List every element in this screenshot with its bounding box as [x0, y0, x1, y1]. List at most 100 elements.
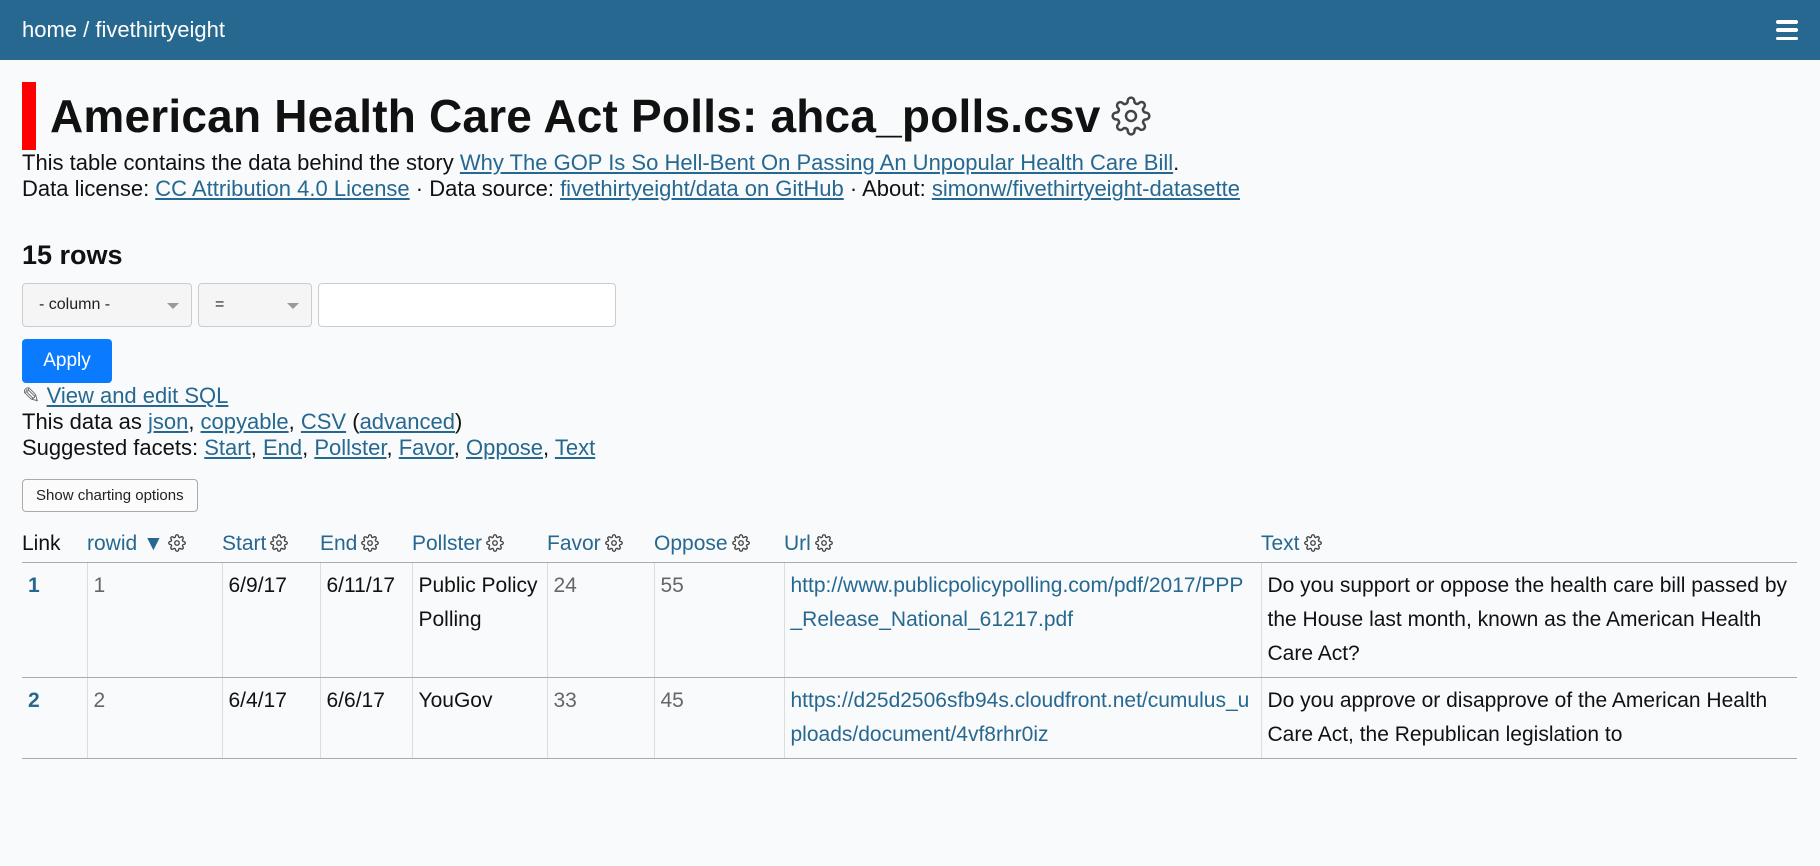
gear-icon[interactable]: [1303, 534, 1322, 552]
about-label: · About:: [843, 176, 932, 201]
cell-start: 6/4/17: [222, 677, 321, 759]
column-header-oppose[interactable]: Oppose: [654, 528, 784, 563]
gear-icon[interactable]: [814, 534, 833, 552]
facet-link-text[interactable]: Text: [555, 435, 595, 460]
table-description: This table contains the data behind the …: [22, 150, 1798, 176]
column-header-label[interactable]: Oppose: [654, 532, 728, 555]
cell-start: 6/9/17: [222, 562, 321, 678]
column-header-label[interactable]: End: [320, 532, 357, 555]
view-sql-line: ✎ View and edit SQL: [22, 383, 1798, 409]
operator-select[interactable]: =: [198, 283, 312, 327]
cell-pollster: YouGov: [412, 677, 548, 759]
column-header-label[interactable]: rowid ▼: [87, 532, 164, 555]
cell-favor: 24: [547, 562, 655, 678]
column-header-start[interactable]: Start: [222, 528, 320, 563]
rows-count: 15 rows: [22, 240, 123, 270]
license-label: Data license:: [22, 176, 156, 201]
gear-icon[interactable]: [1111, 96, 1151, 136]
cell-url[interactable]: http://www.publicpolicypolling.com/pdf/2…: [784, 562, 1262, 678]
facet-link-pollster[interactable]: Pollster: [314, 435, 386, 460]
json-link[interactable]: json: [148, 409, 188, 434]
cell-url[interactable]: https://d25d2506sfb94s.cloudfront.net/cu…: [784, 677, 1262, 759]
cell-rowid: 1: [87, 562, 223, 678]
show-charting-options-button[interactable]: Show charting options: [22, 479, 198, 512]
facets-label: Suggested facets:: [22, 435, 205, 460]
cell-link[interactable]: 2: [22, 677, 88, 759]
license-line: Data license: CC Attribution 4.0 License…: [22, 176, 1798, 202]
gear-icon[interactable]: [486, 534, 504, 552]
cell-pollster: Public Policy Polling: [412, 562, 548, 678]
gear-icon[interactable]: [270, 534, 289, 552]
column-header-link: Link: [22, 528, 87, 563]
column-header-end[interactable]: End: [320, 528, 412, 563]
column-header-label[interactable]: Start: [222, 532, 266, 555]
column-select-label: - column -: [39, 296, 111, 313]
suggested-facets: Suggested facets: Start, End, Pollster, …: [22, 435, 596, 460]
chevron-down-icon: [167, 303, 179, 309]
cell-favor: 33: [547, 677, 655, 759]
main-content: American Health Care Act Polls: ahca_pol…: [0, 82, 1820, 759]
pencil-icon: ✎: [22, 383, 41, 408]
column-header-label: Link: [22, 532, 61, 555]
cell-oppose: 55: [654, 562, 785, 678]
filter-row: - column - =: [22, 283, 1798, 327]
row-link[interactable]: 2: [28, 689, 40, 712]
column-header-pollster[interactable]: Pollster: [412, 528, 547, 563]
advanced-link[interactable]: advanced: [360, 409, 455, 434]
column-header-label[interactable]: Favor: [547, 532, 601, 555]
chevron-down-icon: [287, 303, 299, 309]
column-header-label[interactable]: Pollster: [412, 532, 482, 555]
license-link[interactable]: CC Attribution 4.0 License: [155, 176, 409, 201]
cell-link[interactable]: 1: [22, 562, 88, 678]
about-link[interactable]: simonw/fivethirtyeight-datasette: [932, 176, 1240, 201]
title-accent-bar: [22, 82, 36, 150]
table-row: 2 2 6/4/17 6/6/17 YouGov 33 45 https://d…: [22, 677, 1797, 759]
facet-link-favor[interactable]: Favor: [399, 435, 454, 460]
page-header: American Health Care Act Polls: ahca_pol…: [22, 82, 1798, 150]
table-header-row: Link rowid ▼ Start End Pollster Favor Op…: [22, 528, 1797, 563]
row-link[interactable]: 1: [28, 574, 40, 597]
column-header-text[interactable]: Text: [1261, 528, 1797, 563]
operator-select-label: =: [215, 296, 225, 313]
story-link[interactable]: Why The GOP Is So Hell-Bent On Passing A…: [460, 150, 1173, 175]
facet-link-oppose[interactable]: Oppose: [466, 435, 543, 460]
description-suffix: .: [1173, 150, 1180, 175]
column-header-url[interactable]: Url: [784, 528, 1261, 563]
description-text: This table contains the data behind the …: [22, 150, 460, 175]
apply-button[interactable]: Apply: [22, 339, 112, 383]
cell-text: Do you approve or disapprove of the Amer…: [1261, 677, 1797, 759]
view-edit-sql-link[interactable]: View and edit SQL: [47, 383, 229, 408]
url-link[interactable]: https://d25d2506sfb94s.cloudfront.net/cu…: [791, 689, 1250, 746]
cell-text: Do you support or oppose the health care…: [1261, 562, 1797, 678]
cell-end: 6/6/17: [320, 677, 413, 759]
export-label: This data as: [22, 409, 148, 434]
hamburger-menu-icon[interactable]: [1776, 20, 1798, 40]
gear-icon[interactable]: [731, 534, 750, 552]
facet-link-end[interactable]: End: [263, 435, 302, 460]
top-navigation-bar: home / fivethirtyeight: [0, 0, 1820, 60]
breadcrumb-link[interactable]: home / fivethirtyeight: [22, 17, 225, 42]
column-header-label[interactable]: Text: [1261, 532, 1300, 555]
cell-oppose: 45: [654, 677, 785, 759]
csv-link[interactable]: CSV: [301, 409, 346, 434]
breadcrumb[interactable]: home / fivethirtyeight: [22, 17, 225, 43]
column-select[interactable]: - column -: [22, 283, 192, 327]
source-label: · Data source:: [409, 176, 561, 201]
cell-rowid: 2: [87, 677, 223, 759]
page-title: American Health Care Act Polls: ahca_pol…: [50, 90, 1101, 142]
column-header-rowid[interactable]: rowid ▼: [87, 528, 222, 563]
column-header-label[interactable]: Url: [784, 532, 811, 555]
url-link[interactable]: http://www.publicpolicypolling.com/pdf/2…: [791, 574, 1244, 631]
data-table: Link rowid ▼ Start End Pollster Favor Op…: [22, 528, 1797, 759]
gear-icon[interactable]: [604, 534, 623, 552]
gear-icon[interactable]: [361, 534, 380, 552]
source-link[interactable]: fivethirtyeight/data on GitHub: [560, 176, 844, 201]
table-row: 1 1 6/9/17 6/11/17 Public Policy Polling…: [22, 562, 1797, 678]
column-header-favor[interactable]: Favor: [547, 528, 654, 563]
gear-icon[interactable]: [167, 534, 186, 552]
copyable-link[interactable]: copyable: [201, 409, 289, 434]
cell-end: 6/11/17: [320, 562, 413, 678]
facet-link-start[interactable]: Start: [204, 435, 250, 460]
export-line: This data as json, copyable, CSV (advanc…: [22, 409, 463, 434]
filter-value-input[interactable]: [318, 283, 616, 327]
